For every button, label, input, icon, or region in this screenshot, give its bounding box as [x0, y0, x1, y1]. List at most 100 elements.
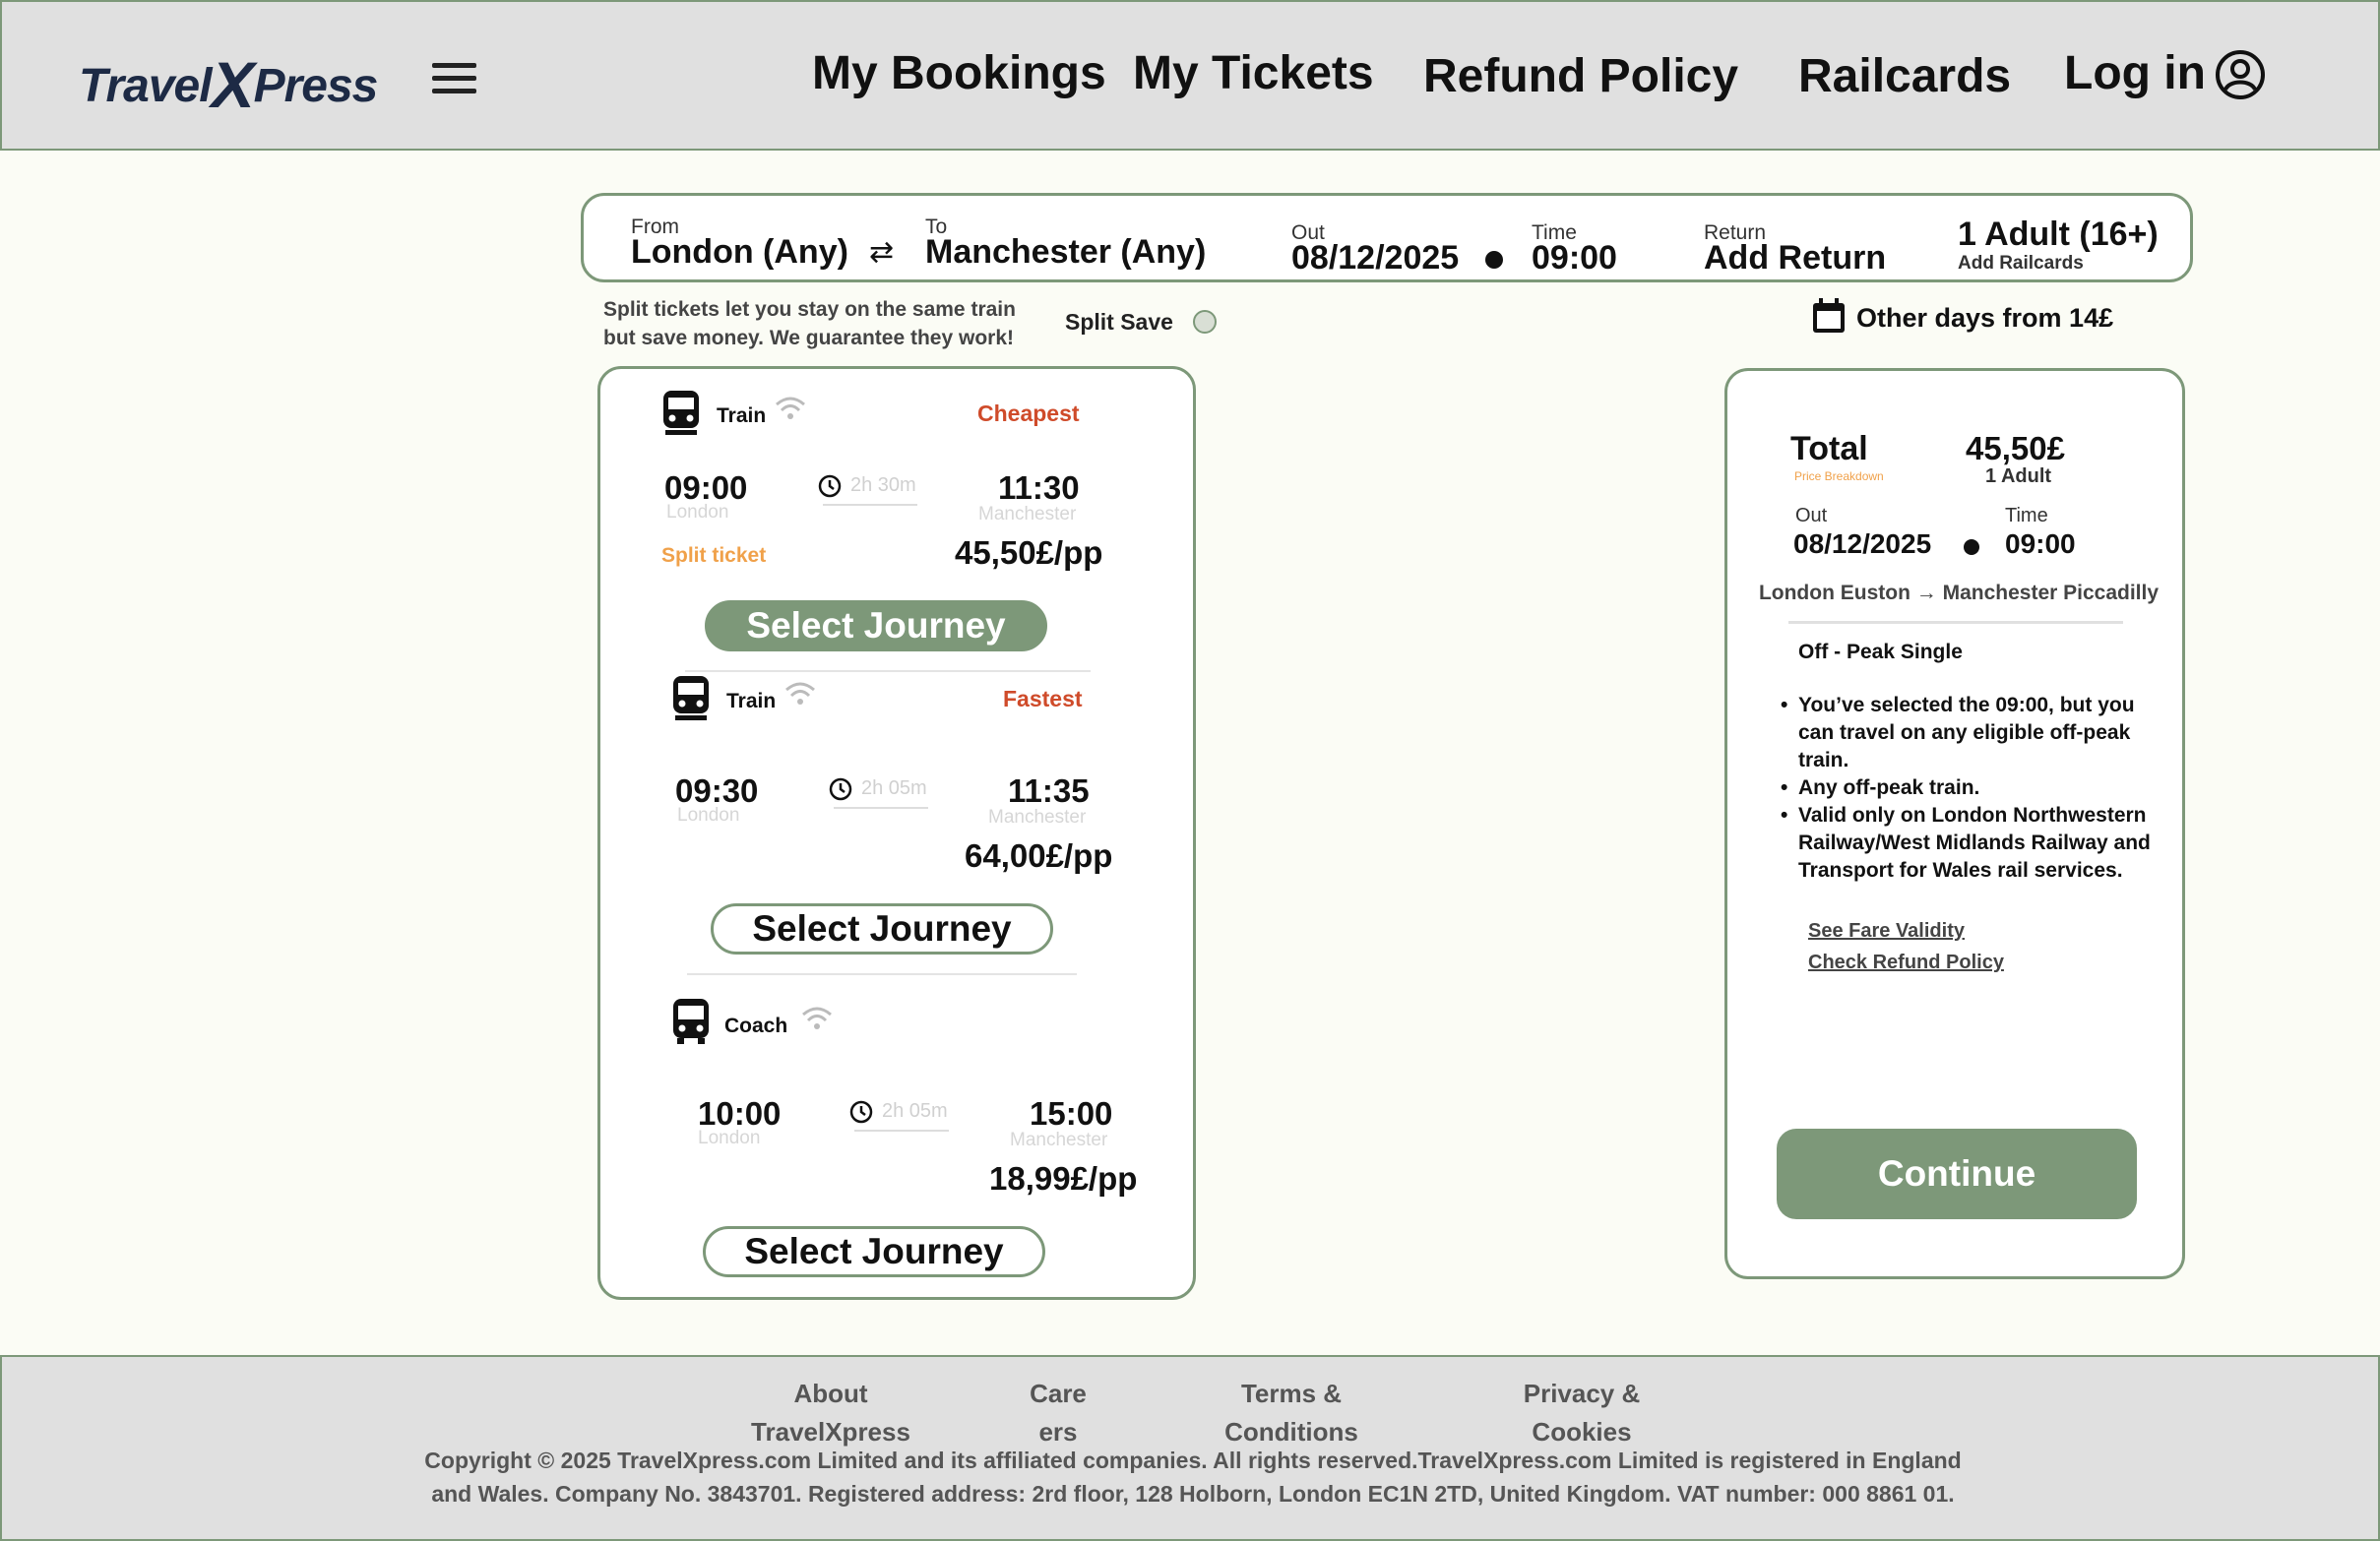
coach-icon	[673, 999, 709, 1044]
user-account-icon[interactable]	[2215, 49, 2266, 100]
cheapest-tag: Cheapest	[977, 401, 1080, 426]
price-breakdown-link[interactable]: Price Breakdown	[1794, 469, 1884, 483]
footer-link-terms[interactable]: Terms & Conditions	[1213, 1375, 1370, 1451]
swap-stations-icon[interactable]: ⇄	[869, 235, 894, 270]
clock-icon	[829, 777, 852, 801]
journey-option: Train Fastest 09:30 London 2h 05m 11:35 …	[600, 672, 1199, 975]
arrive-time: 11:30	[998, 469, 1080, 506]
other-days-link[interactable]: Other days from 14£	[1856, 303, 2113, 334]
vehicle-type: Train	[717, 404, 767, 427]
journey-duration: 2h 05m	[861, 777, 927, 799]
from-field[interactable]: London (Any)	[631, 233, 848, 272]
arrive-time: 15:00	[1030, 1095, 1113, 1132]
footer-link-careers[interactable]: Care ers	[1004, 1375, 1112, 1451]
vehicle-type: Train	[726, 690, 777, 712]
route-text: London Euston → Manchester Piccadilly	[1758, 582, 2160, 604]
check-refund-policy-link[interactable]: Check Refund Policy	[1808, 952, 2004, 974]
summary-out-date: 08/12/2025	[1793, 528, 1932, 559]
duration-line	[834, 807, 928, 809]
split-ticket-label: Split ticket	[661, 544, 767, 567]
wifi-icon	[802, 1007, 832, 1029]
logo-text-x: X	[211, 48, 255, 121]
summary-out-label: Out	[1795, 505, 1828, 526]
select-journey-button[interactable]: Select Journey	[711, 903, 1053, 955]
journey-duration: 2h 30m	[850, 474, 916, 496]
booking-summary-card: Total Price Breakdown 45,50£ 1 Adult Out…	[1724, 368, 2185, 1279]
train-icon	[663, 391, 699, 435]
total-label: Total	[1790, 430, 1868, 467]
summary-time-label: Time	[2005, 505, 2048, 526]
to-field[interactable]: Manchester (Any)	[925, 233, 1206, 272]
nav-log-in[interactable]: Log in	[2064, 46, 2206, 100]
arrive-time: 11:35	[1008, 772, 1090, 809]
footer-link-line: Care	[1030, 1379, 1087, 1408]
split-ticket-info: Split tickets let you stay on the same t…	[603, 298, 1016, 349]
footer-link-line: About	[793, 1379, 868, 1408]
clock-icon	[849, 1100, 873, 1124]
fare-type: Off - Peak Single	[1798, 641, 1963, 663]
wifi-icon	[776, 397, 805, 419]
header: TravelXPress My Bookings My Tickets Refu…	[0, 0, 2380, 151]
arrive-station: Manchester	[1010, 1130, 1108, 1150]
arrive-station: Manchester	[978, 504, 1077, 524]
footer-link-line: Terms &	[1240, 1379, 1343, 1408]
passengers-field[interactable]: 1 Adult (16+)	[1958, 216, 2159, 254]
select-journey-button[interactable]: Select Journey	[703, 1226, 1045, 1277]
nav-my-tickets[interactable]: My Tickets	[1133, 46, 1374, 100]
separator-dot	[1964, 539, 1979, 555]
copyright-line: and Wales. Company No. 3843701. Register…	[431, 1481, 1955, 1507]
total-amount: 45,50£	[1966, 430, 2065, 466]
footer: About TravelXpress Care ers Terms & Cond…	[0, 1355, 2380, 1541]
copyright-text: Copyright © 2025 TravelXpress.com Limite…	[376, 1444, 2010, 1510]
journey-price: 45,50£/pp	[955, 534, 1103, 571]
see-fare-validity-link[interactable]: See Fare Validity	[1808, 920, 1965, 943]
journey-option: Coach 10:00 London 2h 05m 15:00 Manchest…	[600, 995, 1199, 1290]
calendar-icon[interactable]	[1811, 297, 1847, 335]
fare-condition: You’ve selected the 09:00, but you can t…	[1781, 692, 2174, 774]
nav-my-bookings[interactable]: My Bookings	[812, 46, 1106, 100]
train-icon	[673, 676, 709, 720]
journey-price: 64,00£/pp	[965, 837, 1113, 874]
depart-station: London	[698, 1128, 761, 1148]
duration-line	[854, 1130, 949, 1132]
fare-conditions-list: You’ve selected the 09:00, but you can t…	[1781, 692, 2174, 885]
journey-option: Train Cheapest 09:00 London 2h 30m 11:30…	[600, 369, 1199, 672]
summary-divider	[1788, 621, 2123, 624]
vehicle-type: Coach	[724, 1015, 788, 1037]
copyright-line: Copyright © 2025 TravelXpress.com Limite…	[424, 1448, 1962, 1473]
time-field[interactable]: 09:00	[1532, 239, 1617, 277]
passenger-count: 1 Adult	[1985, 465, 2052, 487]
depart-station: London	[677, 805, 740, 826]
continue-button[interactable]: Continue	[1777, 1129, 2137, 1219]
fare-condition: Valid only on London Northwestern Railwa…	[1781, 802, 2174, 885]
select-journey-button[interactable]: Select Journey	[705, 600, 1047, 651]
nav-railcards[interactable]: Railcards	[1798, 49, 2011, 103]
footer-link-line: Privacy &	[1523, 1379, 1641, 1408]
footer-link-privacy[interactable]: Privacy & Cookies	[1508, 1375, 1656, 1451]
journey-divider	[687, 973, 1077, 975]
journey-duration: 2h 05m	[882, 1100, 948, 1122]
nav-refund-policy[interactable]: Refund Policy	[1423, 49, 1738, 103]
logo[interactable]: TravelXPress	[79, 41, 379, 121]
logo-text-travel: Travel	[79, 60, 213, 112]
summary-time: 09:00	[2005, 528, 2076, 559]
fastest-tag: Fastest	[1003, 686, 1083, 711]
add-railcards-link[interactable]: Add Railcards	[1958, 253, 2084, 275]
split-save-toggle[interactable]	[1193, 310, 1217, 334]
fare-condition: Any off-peak train.	[1781, 774, 2174, 802]
arrive-station: Manchester	[988, 807, 1087, 828]
out-date-field[interactable]: 08/12/2025	[1291, 239, 1459, 277]
split-save-label: Split Save	[1065, 309, 1173, 335]
depart-station: London	[666, 502, 729, 523]
footer-link-about[interactable]: About TravelXpress	[732, 1375, 929, 1451]
hamburger-menu-icon[interactable]	[432, 63, 476, 94]
duration-line	[823, 504, 917, 506]
journey-results-card: Train Cheapest 09:00 London 2h 30m 11:30…	[597, 366, 1196, 1300]
wifi-icon	[785, 682, 815, 705]
clock-icon	[818, 474, 842, 498]
separator-dot	[1485, 251, 1503, 269]
add-return-field[interactable]: Add Return	[1704, 239, 1886, 277]
logo-text-press: Press	[253, 60, 379, 112]
journey-search-bar[interactable]: From London (Any) ⇄ To Manchester (Any) …	[581, 193, 2193, 282]
journey-price: 18,99£/pp	[989, 1160, 1138, 1197]
